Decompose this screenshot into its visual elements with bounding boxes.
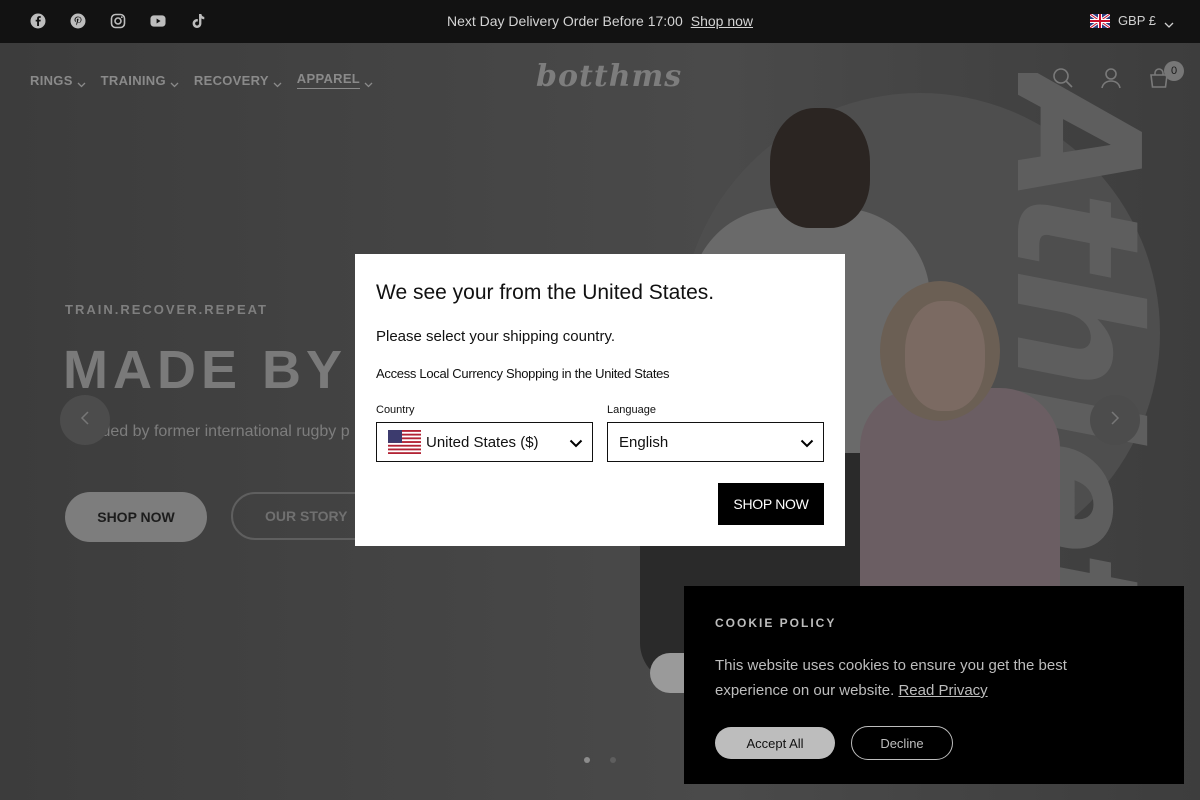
- chevron-down-icon: [77, 76, 86, 88]
- us-flag-icon: [388, 430, 421, 454]
- nav-item-apparel[interactable]: APPAREL: [296, 71, 373, 89]
- announcement-text: Next Day Delivery Order Before 17:00: [446, 13, 683, 29]
- slide-dots: [584, 757, 616, 763]
- announcement-bar: Next Day Delivery Order Before 17:00 Shop…: [0, 0, 1200, 43]
- cookie-title: COOKIE POLICY: [715, 616, 837, 630]
- account-icon[interactable]: [1100, 67, 1122, 89]
- language-select-value: English: [619, 433, 669, 451]
- cookie-text-block: This website uses cookies to ensure you …: [715, 653, 1115, 703]
- slide-next-button[interactable]: [1090, 395, 1140, 445]
- announcement-shop-link[interactable]: Shop now: [691, 13, 753, 29]
- language-label: Language: [607, 404, 656, 416]
- language-select[interactable]: English: [607, 422, 824, 462]
- cart-count-badge: 0: [1164, 61, 1184, 81]
- nav-item-training[interactable]: TRAINING: [101, 71, 179, 89]
- slide-prev-button[interactable]: [60, 395, 110, 445]
- cart-icon[interactable]: 0: [1148, 61, 1184, 89]
- hero-model-woman-face: [905, 301, 985, 411]
- chevron-right-icon: [1109, 410, 1121, 431]
- chevron-down-icon: [1164, 17, 1174, 28]
- chevron-down-icon: [170, 76, 179, 88]
- country-label: Country: [376, 404, 415, 416]
- country-select-value: United States ($): [426, 433, 539, 451]
- modal-subtitle: Please select your shipping country.: [376, 328, 616, 345]
- site-logo[interactable]: botthms: [536, 59, 681, 99]
- uk-flag-icon: [1089, 12, 1111, 29]
- hero-shop-now-button[interactable]: SHOP NOW: [65, 492, 207, 542]
- read-privacy-link[interactable]: Read Privacy: [898, 682, 987, 699]
- modal-shop-now-button[interactable]: SHOP NOW: [718, 483, 824, 525]
- chevron-down-icon: [273, 76, 282, 88]
- currency-label: GBP £: [1117, 13, 1156, 28]
- hero-model-man-head: [770, 108, 870, 228]
- country-select[interactable]: United States ($): [376, 422, 593, 462]
- country-selector-modal: We see your from the United States. Plea…: [355, 254, 845, 546]
- decline-button[interactable]: Decline: [851, 726, 953, 760]
- hero-eyebrow: TRAIN.RECOVER.REPEAT: [65, 302, 268, 317]
- header-actions: 0: [1052, 61, 1184, 89]
- chevron-down-icon: [364, 76, 373, 88]
- search-icon[interactable]: [1052, 67, 1074, 89]
- chevron-down-icon: [800, 436, 814, 448]
- slide-dot[interactable]: [584, 757, 590, 763]
- currency-selector[interactable]: GBP £: [1089, 12, 1174, 29]
- slide-dot[interactable]: [610, 757, 616, 763]
- cookie-text: This website uses cookies to ensure you …: [715, 657, 1067, 699]
- modal-access-text: Access Local Currency Shopping in the Un…: [376, 366, 670, 381]
- nav-item-recovery[interactable]: RECOVERY: [194, 71, 282, 89]
- chevron-down-icon: [569, 436, 583, 448]
- chevron-left-icon: [79, 410, 91, 431]
- main-nav: RINGS TRAINING RECOVERY APPAREL: [30, 71, 373, 89]
- accept-all-button[interactable]: Accept All: [715, 727, 835, 759]
- nav-item-rings[interactable]: RINGS: [30, 71, 86, 89]
- modal-title: We see your from the United States.: [376, 281, 715, 304]
- announcement: Next Day Delivery Order Before 17:00 Shop…: [0, 13, 1200, 29]
- cookie-banner: COOKIE POLICY This website uses cookies …: [684, 586, 1184, 784]
